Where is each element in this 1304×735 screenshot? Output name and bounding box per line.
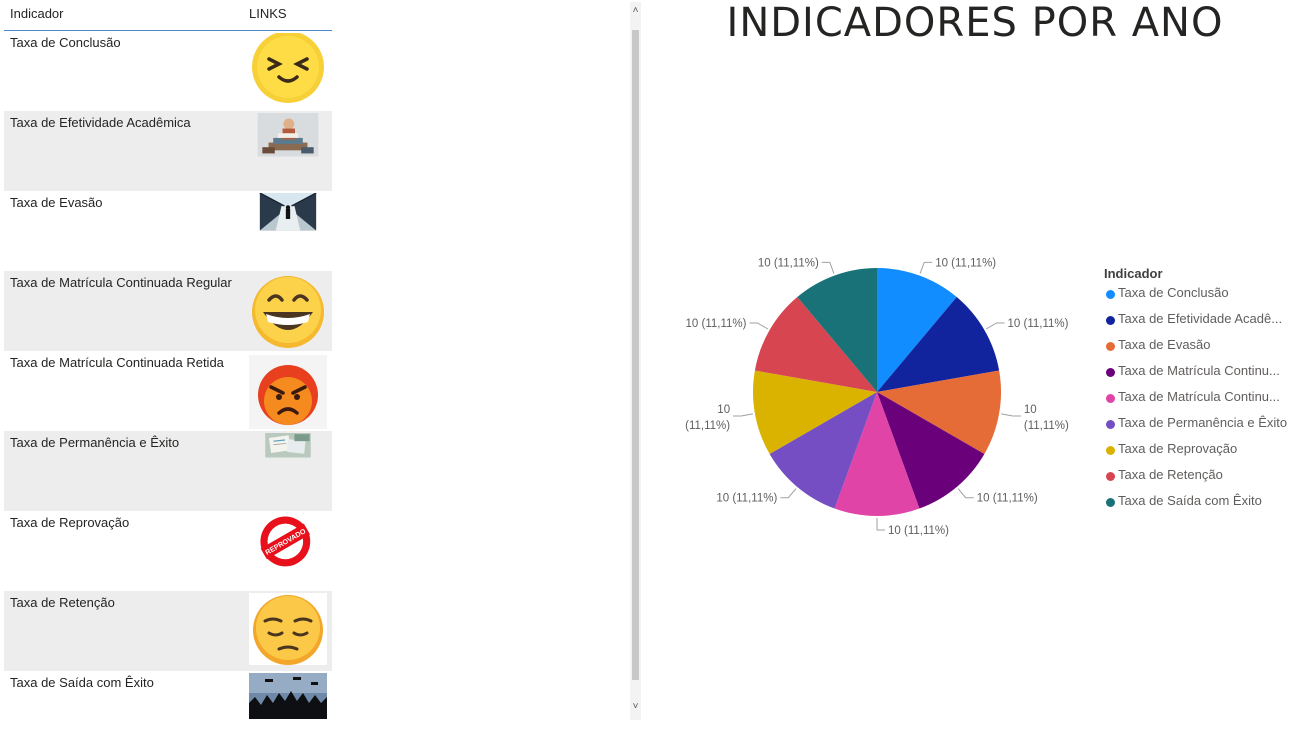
legend-title: Indicador: [1104, 266, 1163, 281]
indicator-table: Indicador LINKS Taxa de Conclusão Taxa d…: [4, 0, 334, 722]
table-row[interactable]: Taxa de Matrícula Continuada Regular: [4, 271, 332, 351]
legend-marker-icon: [1106, 420, 1115, 429]
data-label-1: 10 (11,11%): [1008, 318, 1069, 330]
leader-line-0: [919, 261, 933, 274]
reprovado-stamp-icon[interactable]: REPROVADO: [249, 513, 327, 577]
data-label-3: 10 (11,11%): [977, 493, 1038, 505]
legend-item-7[interactable]: Taxa de Retenção: [1104, 467, 1304, 493]
graduation-caps-image[interactable]: [249, 673, 327, 719]
legend-label: Taxa de Reprovação: [1118, 441, 1238, 456]
leader-line-3: [957, 488, 974, 499]
squinting-smile-emoji-icon[interactable]: [249, 33, 327, 105]
table-row[interactable]: Taxa de Conclusão: [4, 31, 332, 111]
legend-label: Taxa de Evasão: [1118, 337, 1211, 352]
legend-label: Taxa de Permanência e Êxito: [1118, 415, 1288, 430]
leader-line-8: [821, 261, 835, 274]
row-label: Taxa de Efetividade Acadêmica: [10, 115, 191, 130]
column-header-links[interactable]: LINKS: [249, 6, 287, 21]
legend-item-8[interactable]: Taxa de Saída com Êxito: [1104, 493, 1304, 519]
legend-marker-icon: [1106, 342, 1115, 351]
data-label-5: 10 (11,11%): [716, 493, 777, 505]
table-row[interactable]: Taxa de Permanência e Êxito: [4, 431, 332, 511]
legend-marker-icon: [1106, 446, 1115, 455]
legend-item-2[interactable]: Taxa de Evasão: [1104, 337, 1304, 363]
legend-marker-icon: [1106, 316, 1115, 325]
pie-slices: [753, 268, 1001, 516]
legend-label: Taxa de Matrícula Continu...: [1118, 363, 1280, 378]
leader-line-6: [733, 413, 754, 417]
table-row[interactable]: Taxa de Reprovação REPROVADO: [4, 511, 332, 591]
leader-line-7: [749, 322, 769, 330]
row-label: Taxa de Saída com Êxito: [10, 675, 154, 690]
column-header-indicador[interactable]: Indicador: [10, 6, 63, 21]
legend-item-1[interactable]: Taxa de Efetividade Acadê...: [1104, 311, 1304, 337]
data-label-value-2: 10: [1024, 404, 1037, 416]
legend-marker-icon: [1106, 472, 1115, 481]
grinning-emoji-icon[interactable]: [249, 273, 327, 351]
data-label-0: 10 (11,11%): [935, 257, 996, 269]
pie-chart[interactable]: 10 (11,11%) 10 (11,11%) 10 (11,11%) 10 (11,1…: [650, 230, 1100, 560]
data-label-value-6: 10: [717, 404, 730, 416]
leader-line-2: [1000, 413, 1021, 417]
leader-line-1: [985, 322, 1005, 330]
legend-marker-icon: [1106, 498, 1115, 507]
legend-item-5[interactable]: Taxa de Permanência e Êxito: [1104, 415, 1304, 441]
row-label: Taxa de Reprovação: [10, 515, 130, 530]
table-row[interactable]: Taxa de Saída com Êxito: [4, 671, 332, 721]
person-running-bridge-image[interactable]: [249, 193, 327, 245]
chart-title: INDICADORES POR ANO: [726, 0, 1224, 46]
table-row[interactable]: Taxa de Evasão: [4, 191, 332, 271]
legend-item-6[interactable]: Taxa de Reprovação: [1104, 441, 1304, 467]
table-scrollbar[interactable]: ˄ ˅: [630, 2, 641, 720]
legend-label: Taxa de Matrícula Continu...: [1118, 389, 1280, 404]
row-label: Taxa de Permanência e Êxito: [10, 435, 180, 450]
scroll-thumb[interactable]: [632, 30, 639, 680]
legend-item-0[interactable]: Taxa de Conclusão: [1104, 285, 1304, 311]
table-row[interactable]: Taxa de Efetividade Acadêmica: [4, 111, 332, 191]
table-row[interactable]: Taxa de Retenção: [4, 591, 332, 671]
legend-label: Taxa de Retenção: [1118, 467, 1223, 482]
legend-marker-icon: [1106, 290, 1115, 299]
legend-marker-icon: [1106, 394, 1115, 403]
pensive-emoji-icon[interactable]: [249, 593, 327, 665]
row-label: Taxa de Matrícula Continuada Regular: [10, 275, 232, 290]
leader-line-5: [780, 488, 797, 499]
data-label-percent-2: (11,11%): [1024, 420, 1069, 432]
desk-papers-image[interactable]: [249, 433, 327, 475]
angry-emoji-icon[interactable]: [249, 353, 327, 429]
data-label-4: 10 (11,11%): [888, 525, 949, 537]
legend-marker-icon: [1106, 368, 1115, 377]
scroll-up-arrow-icon[interactable]: ˄: [630, 2, 641, 22]
legend-item-4[interactable]: Taxa de Matrícula Continu...: [1104, 389, 1304, 415]
data-label-percent-6: (11,11%): [685, 420, 730, 432]
legend-label: Taxa de Saída com Êxito: [1118, 493, 1262, 508]
row-label: Taxa de Matrícula Continuada Retida: [10, 355, 224, 370]
chart-legend: Indicador Taxa de Conclusão Taxa de Efeti…: [1104, 266, 1304, 519]
scroll-down-arrow-icon[interactable]: ˅: [630, 698, 641, 718]
leader-line-4: [876, 518, 885, 531]
row-label: Taxa de Retenção: [10, 595, 115, 610]
data-label-7: 10 (11,11%): [686, 318, 747, 330]
table-row[interactable]: Taxa de Matrícula Continuada Retida: [4, 351, 332, 431]
row-label: Taxa de Conclusão: [10, 35, 121, 50]
legend-label: Taxa de Efetividade Acadê...: [1118, 311, 1283, 326]
legend-item-3[interactable]: Taxa de Matrícula Continu...: [1104, 363, 1304, 389]
student-reading-books-image[interactable]: [249, 113, 327, 169]
table-header: Indicador LINKS: [4, 0, 332, 31]
legend-label: Taxa de Conclusão: [1118, 285, 1229, 300]
data-label-8: 10 (11,11%): [758, 257, 819, 269]
row-label: Taxa de Evasão: [10, 195, 103, 210]
